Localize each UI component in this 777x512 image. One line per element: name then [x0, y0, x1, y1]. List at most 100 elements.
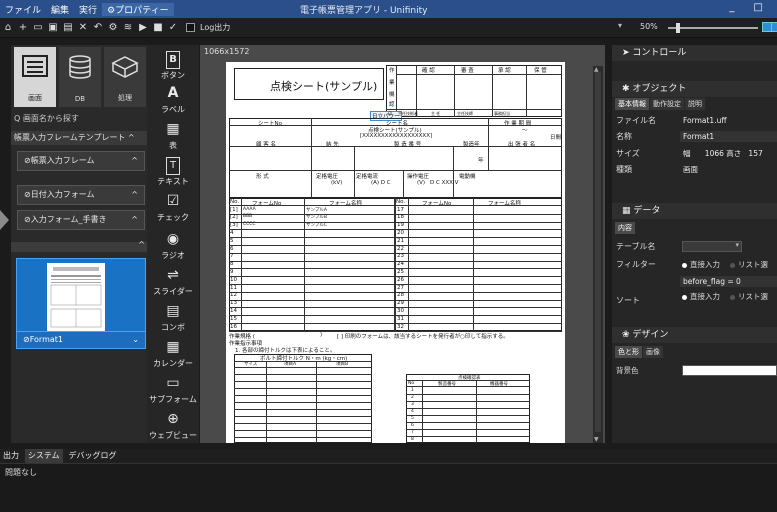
zoom-slider-thumb[interactable]	[676, 23, 680, 33]
table-cell[interactable]: [3]	[230, 222, 238, 228]
window-controls[interactable]: _ □	[729, 2, 771, 13]
table-cell[interactable]: 30	[397, 308, 404, 314]
zoom-slider-track[interactable]	[668, 27, 758, 29]
tab-behavior[interactable]: 動作設定	[650, 98, 684, 110]
tool-button[interactable]: B ボタン	[147, 51, 199, 81]
table-cell[interactable]: 18	[397, 214, 404, 220]
data-header[interactable]: ▦ データ	[612, 203, 777, 219]
open-icon[interactable]: ▭	[33, 22, 43, 33]
table-cell[interactable]: 4	[230, 230, 234, 236]
table-cell[interactable]: 6	[230, 246, 234, 252]
section-header[interactable]: ^	[11, 240, 151, 252]
menu-edit[interactable]: 編集	[46, 3, 74, 16]
log-checkbox[interactable]	[186, 23, 195, 32]
tab-content[interactable]: 内容	[615, 222, 635, 234]
zoom-full-button[interactable]	[771, 22, 777, 32]
tool-radio[interactable]: ◉ ラジオ	[147, 231, 199, 261]
table-cell[interactable]: 9	[230, 269, 234, 275]
home-icon[interactable]: ⌂	[3, 22, 13, 33]
sort-radio-direct[interactable]: 直接入力	[682, 291, 720, 303]
form-sheet[interactable]: 点検シート(サンプル) 作 確 認 審 査 承 認 保 管 業 機 認 日立パワ…	[226, 62, 565, 443]
table-cell[interactable]: [1]	[230, 207, 238, 213]
table-cell[interactable]: 10	[230, 277, 237, 283]
format-thumbnail[interactable]	[16, 258, 146, 334]
tab-system[interactable]: システム	[24, 449, 63, 463]
list-item[interactable]: ⊘日付入力フォーム ^	[17, 185, 145, 205]
tool-subform[interactable]: ▭ サブフォーム	[147, 375, 199, 405]
collapse-arrow-icon[interactable]	[0, 200, 11, 240]
tool-calendar[interactable]: ▦ カレンダー	[147, 339, 199, 369]
tool-webview[interactable]: ⊕ ウェブビュー	[147, 411, 199, 441]
table-cell[interactable]: CCCC	[243, 222, 256, 227]
tab-basic-info[interactable]: 基本情報	[615, 98, 649, 110]
scroll-down-icon[interactable]: ▼	[594, 436, 599, 443]
screen-search[interactable]: Q 画面名から探す	[11, 113, 151, 127]
add-icon[interactable]: +	[18, 22, 28, 33]
table-cell[interactable]: [2]	[230, 214, 238, 220]
table-cell[interactable]: サンプルA	[306, 207, 327, 213]
template-header[interactable]: 帳票入力フレームテンプレート ^	[11, 131, 151, 145]
control-header[interactable]: ➤ コントロール	[612, 45, 777, 61]
table-name-select[interactable]: ▾	[682, 241, 742, 252]
process-tab[interactable]: 処理	[104, 47, 146, 107]
table-cell[interactable]: 7	[230, 253, 234, 259]
table-cell[interactable]: サンプルC	[306, 222, 327, 228]
table-cell[interactable]: BBB	[243, 214, 252, 219]
db-tab[interactable]: DB	[59, 47, 101, 107]
table-cell[interactable]: 25	[397, 269, 404, 275]
tool-combo[interactable]: ▤ コンボ	[147, 303, 199, 333]
table-cell[interactable]: 14	[230, 308, 237, 314]
table-cell[interactable]: 12	[230, 292, 237, 298]
dropdown-icon[interactable]: ▾	[618, 21, 626, 30]
table-cell[interactable]: AAAA	[243, 207, 256, 212]
screen-tab[interactable]: 画面	[14, 47, 56, 107]
tool-text[interactable]: T テキスト	[147, 157, 199, 187]
format-selector[interactable]: ⊘Format1 ⌄	[16, 331, 146, 349]
table-cell[interactable]: 15	[230, 316, 237, 322]
table-cell[interactable]: 13	[230, 300, 237, 306]
table-cell[interactable]: 8	[230, 261, 234, 267]
tab-color-shape[interactable]: 色と形	[615, 346, 642, 358]
scrollbar-thumb[interactable]	[595, 72, 601, 432]
name-field[interactable]: Format1	[680, 131, 777, 142]
object-header[interactable]: ✱ オブジェクト	[612, 81, 777, 97]
menu-run[interactable]: 実行	[74, 3, 102, 16]
table-cell[interactable]: 32	[397, 324, 404, 330]
tool-label-control[interactable]: A ラベル	[147, 85, 199, 115]
tab-output[interactable]: 出力	[0, 449, 22, 463]
design-header[interactable]: ❀ デザイン	[612, 327, 777, 343]
tool-table[interactable]: ▦ 表	[147, 121, 199, 151]
table-cell[interactable]: 26	[397, 277, 404, 283]
filter-input[interactable]: before_flag = 0	[680, 276, 777, 287]
table-cell[interactable]: 29	[397, 300, 404, 306]
menu-file[interactable]: ファイル	[0, 3, 46, 16]
table-cell[interactable]: 22	[397, 246, 404, 252]
tool-check[interactable]: ☑ チェック	[147, 193, 199, 223]
save-all-icon[interactable]: ▤	[63, 22, 73, 33]
menu-property[interactable]: ⚙プロパティー	[102, 2, 174, 16]
table-cell[interactable]: 23	[397, 253, 404, 259]
table-cell[interactable]: 17	[397, 207, 404, 213]
tab-debug-log[interactable]: デバッグログ	[66, 449, 120, 463]
tab-description[interactable]: 説明	[685, 98, 705, 110]
table-cell[interactable]: 11	[230, 285, 237, 291]
close-icon[interactable]: ✕	[78, 22, 88, 33]
stop-icon[interactable]: ■	[153, 22, 163, 33]
table-cell[interactable]: 20	[397, 230, 404, 236]
size-field[interactable]: 幅 1066 高さ 157	[680, 148, 777, 159]
tab-image[interactable]: 画像	[643, 346, 663, 358]
play-icon[interactable]: ▶	[138, 22, 148, 33]
sheet-name-placeholder[interactable]: [XXXXXXXXXXXXXXXXXX]	[360, 133, 432, 139]
sort-radio-list[interactable]: リスト選	[730, 291, 768, 303]
check-icon[interactable]: ✓	[168, 22, 178, 33]
table-cell[interactable]: 19	[397, 222, 404, 228]
filter-radio-list[interactable]: リスト選	[730, 259, 768, 271]
table-cell[interactable]: 21	[397, 238, 404, 244]
table-cell[interactable]: 27	[397, 285, 404, 291]
list-item[interactable]: ⊘入力フォーム_手書き ^	[17, 210, 145, 230]
canvas-scrollbar[interactable]: ▲ ▼	[593, 66, 603, 443]
save-icon[interactable]: ▣	[48, 22, 58, 33]
list-item[interactable]: ⊘帳票入力フレーム ^	[17, 151, 145, 171]
bg-color-select[interactable]	[682, 365, 777, 376]
table-cell[interactable]: 31	[397, 316, 404, 322]
